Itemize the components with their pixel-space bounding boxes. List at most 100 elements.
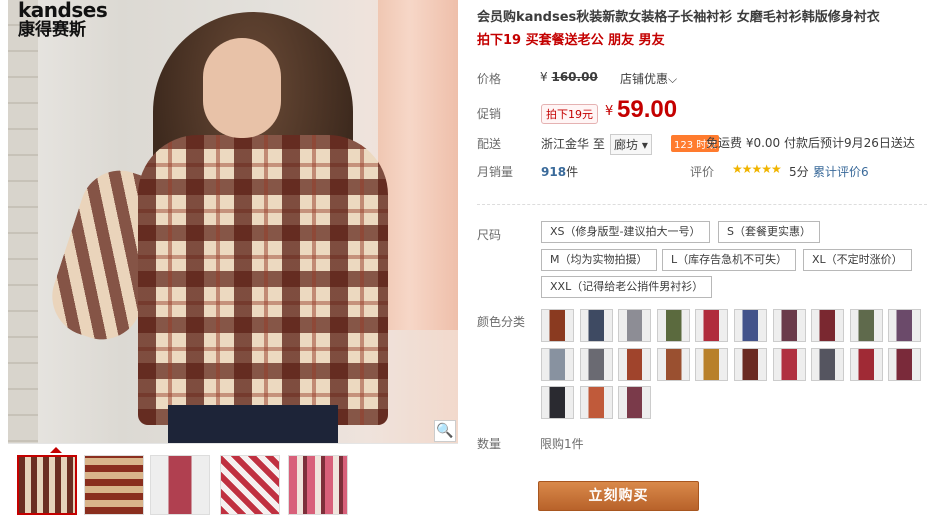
- thumbnail-5[interactable]: [288, 455, 348, 515]
- swatch-image: [773, 310, 805, 341]
- rating-label: 评价: [690, 165, 715, 179]
- swatch-image: [735, 348, 766, 380]
- thumbnail-strip: [8, 443, 458, 526]
- shop-promo-dropdown[interactable]: 店铺优惠⌵: [620, 70, 677, 87]
- promotion-currency: ¥: [605, 104, 614, 119]
- color-swatch[interactable]: [811, 347, 845, 381]
- swatch-image: [580, 310, 612, 341]
- shipping-to: 至: [592, 137, 605, 151]
- product-info-panel: 会员购kandses秋装新款女装格子长袖衬衫 女磨毛衬衫韩版修身衬衣 拍下19 …: [477, 0, 930, 526]
- main-product-image[interactable]: kandses 康得赛斯: [8, 0, 458, 443]
- thumb-active-arrow: [50, 447, 62, 453]
- original-price-currency: ¥: [540, 70, 548, 84]
- freight-info: 免运费 ¥0.00 付款后预计9月26日送达: [706, 136, 915, 150]
- curtain: [378, 0, 458, 330]
- price-label: 价格: [477, 72, 502, 86]
- plaid-shirt: [138, 135, 388, 425]
- promotion-tag: 拍下19元: [541, 104, 598, 124]
- shipping-destination-value: 廊坊: [614, 138, 639, 152]
- zoom-icon[interactable]: 🔍: [434, 420, 456, 442]
- brand-logo-cn: 康得赛斯: [18, 20, 86, 40]
- product-title: 会员购kandses秋装新款女装格子长袖衬衫 女磨毛衬衫韩版修身衬衣: [477, 10, 880, 25]
- brand-logo: kandses 康得赛斯: [18, 0, 108, 40]
- swatch-image: [696, 310, 728, 341]
- swatch-image: [619, 387, 651, 418]
- size-option-l[interactable]: L（库存告急机不可失）: [662, 249, 797, 271]
- color-swatch[interactable]: [579, 347, 613, 381]
- color-swatch[interactable]: [849, 309, 883, 342]
- swatch-image: [657, 348, 689, 380]
- swatch-image: [657, 310, 689, 341]
- size-option-xl[interactable]: XL（不定时涨价）: [803, 249, 912, 271]
- model-face: [203, 38, 281, 138]
- buy-now-button[interactable]: 立刻购买: [538, 481, 699, 511]
- thumbnail-1[interactable]: [17, 455, 77, 515]
- color-swatch[interactable]: [811, 309, 845, 342]
- sales-label: 月销量: [477, 165, 514, 179]
- color-swatch[interactable]: [656, 309, 690, 342]
- color-swatch[interactable]: [888, 347, 922, 381]
- swatch-image: [889, 310, 921, 341]
- shipping-destination-select[interactable]: 廊坊 ▾: [610, 134, 652, 155]
- color-swatch[interactable]: [849, 347, 883, 381]
- thumbnail-4[interactable]: [220, 455, 280, 515]
- quantity-limit: 限购1件: [540, 437, 584, 451]
- size-option-m[interactable]: M（均为实物拍摄）: [541, 249, 657, 271]
- rating-stars-icon: ★★★★★: [732, 162, 782, 176]
- color-swatch[interactable]: [579, 386, 613, 419]
- shipping-origin-city: 浙江金华: [541, 137, 590, 151]
- swatch-image: [773, 348, 805, 380]
- swatch-image: [580, 387, 612, 418]
- monthly-sales-count: 918: [541, 165, 567, 179]
- thumbnail-3[interactable]: [150, 455, 210, 515]
- size-option-xs[interactable]: XS（修身版型-建议拍大一号）: [541, 221, 710, 243]
- rating-score: 5分: [789, 165, 809, 179]
- color-swatch[interactable]: [618, 309, 652, 342]
- swatch-image: [696, 348, 728, 380]
- review-count-link[interactable]: 累计评价6: [813, 163, 869, 180]
- swatch-image: [619, 348, 651, 380]
- color-swatch[interactable]: [618, 347, 652, 381]
- color-swatch[interactable]: [772, 309, 806, 342]
- color-swatch[interactable]: [541, 309, 574, 342]
- color-swatch[interactable]: [656, 347, 690, 381]
- color-swatch[interactable]: [772, 347, 806, 381]
- swatch-image: [850, 310, 882, 341]
- quantity-label: 数量: [477, 437, 502, 451]
- color-swatch[interactable]: [734, 309, 767, 342]
- section-divider: [477, 204, 927, 205]
- product-promo-text: 拍下19 买套餐送老公 朋友 男友: [477, 33, 665, 48]
- promotion-label: 促销: [477, 107, 502, 121]
- swatch-image: [889, 348, 921, 380]
- color-swatch[interactable]: [888, 309, 922, 342]
- model-jeans: [168, 405, 338, 443]
- shop-promo-label: 店铺优惠: [620, 72, 669, 86]
- promotion-price: 59.00: [617, 96, 678, 123]
- color-swatch[interactable]: [618, 386, 652, 419]
- color-swatch[interactable]: [541, 386, 574, 419]
- color-swatch[interactable]: [734, 347, 767, 381]
- shipping-label: 配送: [477, 137, 502, 151]
- color-swatch[interactable]: [695, 309, 729, 342]
- swatch-image: [812, 310, 844, 341]
- thumbnail-2[interactable]: [84, 455, 144, 515]
- color-swatch[interactable]: [541, 347, 574, 381]
- monthly-sales-unit: 件: [566, 165, 579, 179]
- size-option-s[interactable]: S（套餐更实惠）: [718, 221, 820, 243]
- color-swatch[interactable]: [695, 347, 729, 381]
- brand-logo-en: kandses: [18, 0, 108, 22]
- color-swatch[interactable]: [579, 309, 613, 342]
- original-price: ¥ 160.00: [540, 70, 598, 84]
- swatch-image: [735, 310, 766, 341]
- swatch-image: [850, 348, 882, 380]
- swatch-image: [812, 348, 844, 380]
- chevron-down-icon: ⌵: [668, 72, 678, 86]
- shipping-origin: 浙江金华 至: [541, 135, 605, 152]
- size-label: 尺码: [477, 228, 502, 242]
- brick-wall: [8, 0, 38, 443]
- color-label: 颜色分类: [477, 315, 526, 329]
- size-option-xxl[interactable]: XXL（记得给老公捎件男衬衫）: [541, 276, 713, 298]
- original-price-value: 160.00: [551, 70, 598, 84]
- swatch-image: [542, 387, 573, 418]
- swatch-image: [542, 348, 573, 380]
